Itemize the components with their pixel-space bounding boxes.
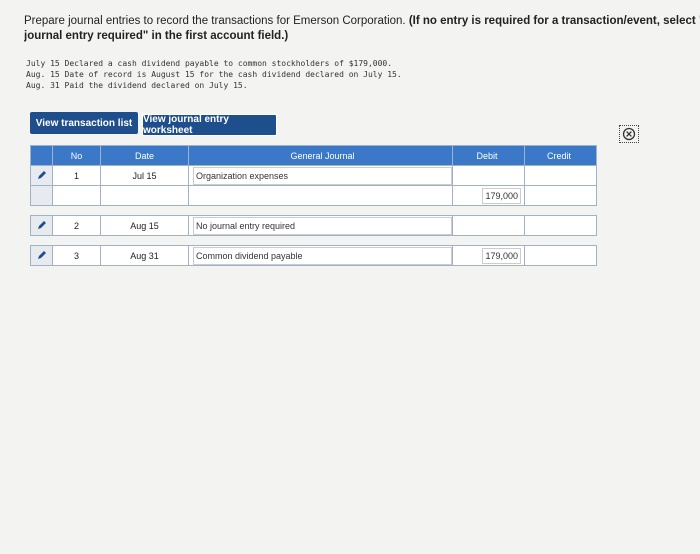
view-transaction-list-button[interactable]: View transaction list	[30, 112, 138, 134]
instructions-plain: Prepare journal entries to record the tr…	[24, 15, 406, 27]
header-general-journal: General Journal	[188, 145, 453, 166]
table-row: 2 Aug 15 No journal entry required	[30, 215, 597, 236]
table-row: 179,000	[30, 185, 597, 206]
instructions: Prepare journal entries to record the tr…	[24, 14, 700, 44]
entry-date: Aug 15	[100, 215, 189, 236]
debit-field[interactable]	[452, 165, 525, 186]
entry-no: 3	[52, 245, 101, 266]
edit-button[interactable]	[30, 215, 53, 236]
credit-field[interactable]	[524, 185, 597, 206]
account-field[interactable]: Organization expenses	[193, 166, 452, 185]
table-row: 1 Jul 15 Organization expenses	[30, 165, 597, 186]
header-no: No	[52, 145, 101, 166]
pencil-icon	[37, 250, 46, 259]
close-circle-icon	[622, 127, 636, 141]
instructions-bold-1: (If no entry is required for a transacti…	[408, 15, 700, 27]
credit-field[interactable]	[524, 215, 597, 236]
account-field[interactable]: Common dividend payable	[193, 246, 452, 265]
transaction-list: July 15 Declared a cash dividend payable…	[26, 58, 402, 91]
credit-field[interactable]	[524, 245, 597, 266]
edit-header	[30, 145, 53, 166]
transaction-line: July 15 Declared a cash dividend payable…	[26, 59, 393, 68]
pencil-icon	[37, 170, 46, 179]
entry-date: Jul 15	[100, 165, 189, 186]
view-journal-worksheet-button[interactable]: View journal entry worksheet	[142, 114, 277, 136]
entry-date	[100, 185, 189, 206]
account-field[interactable]	[188, 185, 453, 206]
edit-button[interactable]	[30, 245, 53, 266]
credit-field[interactable]	[524, 165, 597, 186]
header-credit: Credit	[524, 145, 597, 166]
general-journal-table: No Date General Journal Debit Credit 1 J…	[30, 145, 597, 266]
transaction-line: Aug. 15 Date of record is August 15 for …	[26, 70, 402, 79]
close-button[interactable]	[619, 125, 639, 143]
entry-no: 1	[52, 165, 101, 186]
instructions-bold-2: journal entry required" in the first acc…	[24, 30, 289, 42]
transaction-line: Aug. 31 Paid the dividend declared on Ju…	[26, 81, 248, 90]
debit-field[interactable]	[452, 215, 525, 236]
pencil-icon	[37, 220, 46, 229]
entry-no	[52, 185, 101, 206]
table-header-row: No Date General Journal Debit Credit	[30, 145, 597, 166]
edit-button[interactable]	[30, 165, 53, 186]
debit-field[interactable]: 179,000	[482, 247, 521, 264]
account-field[interactable]: No journal entry required	[193, 216, 452, 235]
entry-no: 2	[52, 215, 101, 236]
debit-field[interactable]: 179,000	[482, 187, 521, 204]
header-date: Date	[100, 145, 189, 166]
header-debit: Debit	[452, 145, 525, 166]
table-row: 3 Aug 31 Common dividend payable 179,000	[30, 245, 597, 266]
entry-date: Aug 31	[100, 245, 189, 266]
